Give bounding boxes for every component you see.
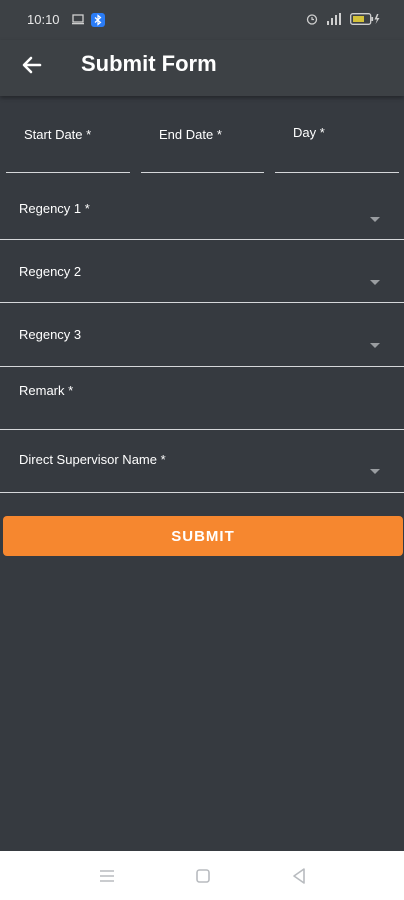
submit-button[interactable]: SUBMIT (3, 516, 403, 556)
regency-1-underline (0, 239, 404, 240)
end-date-underline (141, 172, 264, 173)
supervisor-underline (0, 492, 404, 493)
screen-icon (72, 14, 84, 25)
remark-input[interactable]: Remark * (0, 372, 404, 430)
regency-3-underline (0, 366, 404, 367)
signal-icon (327, 13, 341, 25)
start-date-field[interactable]: Start Date * (6, 115, 130, 173)
day-field[interactable]: Day * (275, 115, 399, 173)
start-date-label: Start Date * (24, 127, 92, 142)
remark-underline (0, 429, 404, 430)
alarm-icon (306, 14, 318, 25)
remark-label: Remark * (19, 383, 74, 398)
arrow-left-icon[interactable] (20, 53, 44, 77)
chevron-down-icon (370, 280, 380, 285)
day-underline (275, 172, 399, 173)
regency-2-underline (0, 302, 404, 303)
battery-charging-icon (350, 13, 380, 25)
regency-3-dropdown[interactable]: Regency 3 (0, 311, 404, 366)
chevron-down-icon (370, 343, 380, 348)
page-title: Submit Form (81, 51, 217, 76)
day-label: Day * (293, 125, 325, 140)
end-date-label: End Date * (159, 127, 222, 142)
regency-2-label: Regency 2 (19, 264, 82, 279)
chevron-down-icon (370, 469, 380, 474)
end-date-field[interactable]: End Date * (141, 115, 264, 173)
status-bar: 10:10 (0, 0, 404, 40)
supervisor-dropdown[interactable]: Direct Supervisor Name * (0, 437, 404, 492)
home-square-icon[interactable] (192, 865, 214, 887)
status-time: 10:10 (27, 12, 60, 27)
back-triangle-icon[interactable] (288, 865, 310, 887)
regency-1-dropdown[interactable]: Regency 1 * (0, 185, 404, 240)
regency-3-label: Regency 3 (19, 327, 82, 342)
supervisor-label: Direct Supervisor Name * (19, 452, 166, 467)
regency-1-label: Regency 1 * (19, 201, 90, 216)
menu-icon[interactable] (96, 865, 118, 887)
system-nav-bar (0, 851, 404, 900)
chevron-down-icon (370, 217, 380, 222)
regency-2-dropdown[interactable]: Regency 2 (0, 248, 404, 303)
bluetooth-badge-icon (91, 13, 105, 27)
start-date-underline (6, 172, 130, 173)
app-bar: Submit Form (0, 40, 404, 96)
